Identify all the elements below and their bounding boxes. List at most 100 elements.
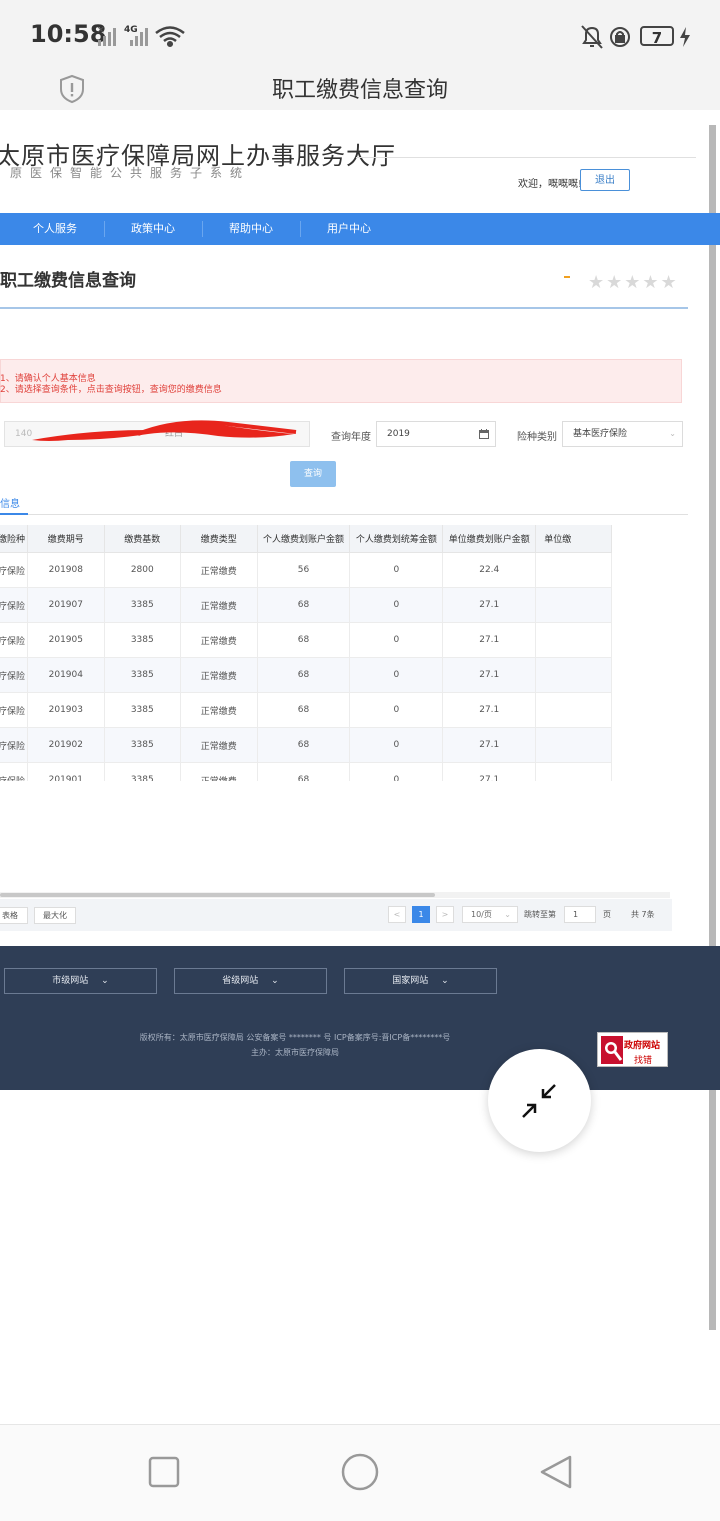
page-size-select[interactable]: 10/页 ⌄ bbox=[462, 906, 518, 923]
rating-stars[interactable]: ★★★★★ bbox=[588, 272, 679, 293]
cell-personal-pool: 0 bbox=[349, 692, 444, 728]
heading-divider bbox=[0, 307, 688, 309]
table-row[interactable]: 医疗保险2019053385正常缴费68027.1 bbox=[0, 622, 612, 658]
table-row[interactable]: 医疗保险2019033385正常缴费68027.1 bbox=[0, 692, 612, 728]
province-sites-select[interactable]: 省级网站 ⌄ bbox=[174, 968, 327, 994]
copyright-text: 版权所有：太原市医疗保障局 公安备案号 ******** 号 ICP备案序号:晋… bbox=[139, 1033, 451, 1042]
signal-icons: × 4G bbox=[96, 24, 185, 48]
cell-personal-pool: 0 bbox=[349, 622, 444, 658]
cell-period: 201905 bbox=[27, 622, 105, 658]
chevron-down-icon: ⌄ bbox=[504, 910, 511, 919]
table-row[interactable]: 医疗保险2019023385正常缴费68027.1 bbox=[0, 727, 612, 763]
cell-insurance: 医疗保险 bbox=[0, 587, 29, 623]
next-page-button[interactable]: > bbox=[436, 906, 454, 923]
year-select[interactable]: 2019 bbox=[376, 421, 496, 447]
tab-info[interactable]: 信息 bbox=[0, 495, 20, 510]
badge-line-2: 找错 bbox=[634, 1056, 653, 1066]
charging-icon bbox=[680, 27, 690, 47]
signal-x-icon: × bbox=[96, 24, 116, 46]
redaction-scribble bbox=[32, 420, 297, 441]
nav-item-user-center[interactable]: 用户中心 bbox=[300, 213, 398, 245]
page-number-button[interactable]: 1 bbox=[412, 906, 430, 923]
cell-personal-account: 68 bbox=[257, 657, 351, 693]
notice-box bbox=[0, 359, 682, 403]
host-text: 主办：太原市医疗保障局 bbox=[251, 1048, 339, 1057]
table-button[interactable]: 表格 bbox=[0, 907, 28, 924]
cell-type: 正常缴费 bbox=[180, 657, 258, 693]
type-label: 险种类别 bbox=[517, 432, 557, 443]
cell-unit-more bbox=[535, 657, 612, 693]
year-value: 2019 bbox=[387, 429, 410, 439]
badge-line-1: 政府网站 bbox=[624, 1041, 661, 1051]
back-icon[interactable] bbox=[538, 1454, 574, 1490]
cell-personal-account: 68 bbox=[257, 587, 351, 623]
col-header: 缴险种 bbox=[0, 525, 29, 553]
lock-rotation-icon bbox=[610, 27, 630, 47]
mute-bell-icon bbox=[581, 25, 603, 49]
cell-period: 201903 bbox=[27, 692, 105, 728]
home-icon[interactable] bbox=[340, 1452, 380, 1492]
cell-insurance: 医疗保险 bbox=[0, 657, 29, 693]
nav-item-policy-center[interactable]: 政策中心 bbox=[104, 213, 202, 245]
col-header: 缴费类型 bbox=[180, 525, 258, 553]
chevron-down-icon: ⌄ bbox=[441, 976, 449, 986]
cell-personal-account: 68 bbox=[257, 762, 351, 781]
page-scrollbar[interactable] bbox=[709, 125, 716, 1330]
cell-base: 3385 bbox=[104, 762, 182, 781]
cell-base: 3385 bbox=[104, 657, 182, 693]
table-header-row: 缴险种 缴费期号 缴费基数 缴费类型 个人缴费划账户金额 个人缴费划统筹金额 单… bbox=[0, 525, 612, 553]
cell-insurance: 医疗保险 bbox=[0, 692, 29, 728]
svg-text:×: × bbox=[96, 24, 105, 36]
year-label: 查询年度 bbox=[331, 432, 371, 443]
collapse-arrows-icon bbox=[522, 1084, 556, 1118]
tab-divider bbox=[0, 514, 688, 515]
cell-personal-account: 68 bbox=[257, 622, 351, 658]
header-divider bbox=[356, 157, 696, 158]
goto-page-input[interactable]: 1 bbox=[564, 906, 596, 923]
maximize-button[interactable]: 最大化 bbox=[34, 907, 76, 924]
col-header: 缴费期号 bbox=[27, 525, 105, 553]
page-heading: 职工缴费信息查询 bbox=[0, 271, 136, 291]
cell-personal-account: 56 bbox=[257, 552, 351, 588]
col-header: 缴费基数 bbox=[104, 525, 182, 553]
prev-page-button[interactable]: < bbox=[388, 906, 406, 923]
table-row[interactable]: 医疗保险2019073385正常缴费68027.1 bbox=[0, 587, 612, 623]
cell-type: 正常缴费 bbox=[180, 727, 258, 763]
table-row[interactable]: 医疗保险2019082800正常缴费56022.4 bbox=[0, 552, 612, 588]
cell-unit-account: 27.1 bbox=[442, 727, 537, 763]
table-row[interactable]: 医疗保险2019043385正常缴费68027.1 bbox=[0, 657, 612, 693]
col-header: 个人缴费划统筹金额 bbox=[349, 525, 444, 553]
logout-button[interactable]: 退出 bbox=[580, 169, 630, 191]
cell-personal-pool: 0 bbox=[349, 762, 444, 781]
cell-type: 正常缴费 bbox=[180, 622, 258, 658]
status-icons-right bbox=[581, 25, 630, 49]
nav-item-personal-service[interactable]: 个人服务 bbox=[6, 213, 104, 245]
page-unit: 页 bbox=[603, 910, 611, 919]
magnifier-icon bbox=[601, 1036, 623, 1064]
cell-personal-account: 68 bbox=[257, 727, 351, 763]
collapse-fab[interactable] bbox=[488, 1049, 591, 1152]
col-header: 个人缴费划账户金额 bbox=[257, 525, 351, 553]
nav-item-help-center[interactable]: 帮助中心 bbox=[202, 213, 300, 245]
type-select[interactable]: 基本医疗保险 ⌄ bbox=[562, 421, 683, 447]
recent-apps-icon[interactable] bbox=[148, 1456, 180, 1488]
table-viewport: 缴险种 缴费期号 缴费基数 缴费类型 个人缴费划账户金额 个人缴费划统筹金额 单… bbox=[0, 525, 670, 781]
table-scrollbar[interactable] bbox=[0, 893, 435, 897]
site-subtitle: 原医保智能公共服务子系统 bbox=[10, 166, 251, 180]
total-count: 共 7条 bbox=[631, 910, 655, 919]
col-header: 单位缴 bbox=[535, 525, 612, 553]
cell-base: 3385 bbox=[104, 692, 182, 728]
cell-unit-account: 27.1 bbox=[442, 692, 537, 728]
page-size-value: 10/页 bbox=[471, 910, 492, 919]
type-value: 基本医疗保险 bbox=[573, 429, 628, 439]
cell-personal-pool: 0 bbox=[349, 552, 444, 588]
national-sites-select[interactable]: 国家网站 ⌄ bbox=[344, 968, 497, 994]
cell-base: 2800 bbox=[104, 552, 182, 588]
city-sites-select[interactable]: 市级网站 ⌄ bbox=[4, 968, 157, 994]
cell-unit-more bbox=[535, 552, 612, 588]
query-button[interactable]: 查询 bbox=[290, 461, 336, 487]
table-row[interactable]: 医疗保险2019013385正常缴费68027.1 bbox=[0, 762, 612, 781]
city-sites-label: 市级网站 bbox=[52, 976, 89, 986]
cell-base: 3385 bbox=[104, 587, 182, 623]
cell-personal-pool: 0 bbox=[349, 657, 444, 693]
